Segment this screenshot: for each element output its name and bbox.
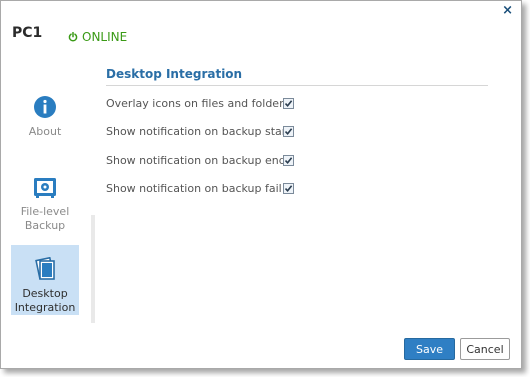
sidebar-item-label: File-level Backup (20, 205, 70, 232)
settings-dialog: × PC1 ONLINE About File-level Backup Des… (0, 0, 522, 369)
option-label: Overlay icons on files and folders: (106, 97, 294, 110)
status-indicator: ONLINE (68, 30, 127, 44)
option-overlay-icons: Overlay icons on files and folders: (106, 96, 296, 112)
checkmark-icon (284, 185, 293, 193)
sidebar-item-label: About (28, 125, 62, 138)
status-text: ONLINE (82, 30, 128, 44)
section-divider (106, 85, 488, 86)
close-icon[interactable]: × (502, 4, 513, 18)
info-icon (34, 96, 56, 118)
notify-end-checkbox[interactable] (283, 155, 294, 166)
safe-icon (34, 178, 56, 198)
option-label: Show notification on backup start: (106, 125, 295, 138)
notify-start-checkbox[interactable] (283, 126, 294, 137)
checkmark-icon (284, 100, 293, 108)
section-title: Desktop Integration (106, 67, 243, 81)
stacked-pages-icon (35, 257, 55, 280)
overlay-icons-checkbox[interactable] (283, 98, 294, 109)
option-notify-start: Show notification on backup start: (106, 124, 296, 140)
checkmark-icon (284, 157, 293, 165)
option-label: Show notification on backup fail: (106, 182, 286, 195)
notify-fail-checkbox[interactable] (283, 183, 294, 194)
option-label: Show notification on backup end: (106, 154, 290, 167)
sidebar-item-about[interactable]: About (11, 95, 79, 145)
power-icon (68, 32, 78, 42)
sidebar-item-file-level-backup[interactable]: File-level Backup (11, 177, 79, 237)
option-notify-fail: Show notification on backup fail: (106, 181, 296, 197)
device-title: PC1 (12, 25, 43, 41)
option-notify-end: Show notification on backup end: (106, 153, 296, 169)
save-button[interactable]: Save (404, 338, 455, 360)
sidebar-item-desktop-integration[interactable]: Desktop Integration (11, 245, 79, 315)
checkmark-icon (284, 128, 293, 136)
cancel-button[interactable]: Cancel (460, 338, 510, 360)
sidebar-scrollbar[interactable] (91, 215, 95, 323)
sidebar-item-label: Desktop Integration (14, 287, 76, 314)
